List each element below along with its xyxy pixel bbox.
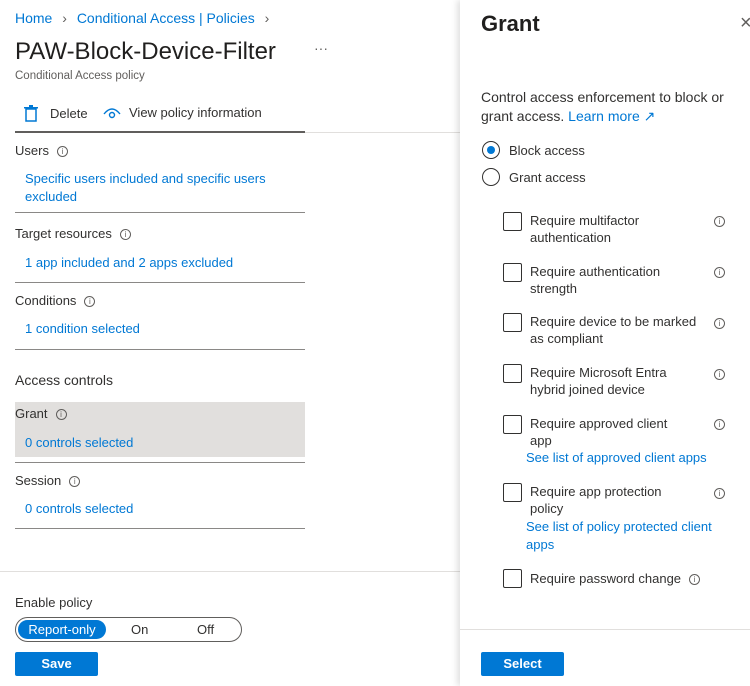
page-title: PAW-Block-Device-Filter xyxy=(15,38,276,65)
policy-protected-apps-link[interactable]: See list of policy protected client apps xyxy=(526,518,712,554)
users-label: Users i xyxy=(15,143,68,158)
footer-divider xyxy=(0,571,460,572)
grant-access-radio[interactable] xyxy=(482,168,500,186)
description-line: grant access. xyxy=(481,108,565,124)
panel-description: Control access enforcement to block or g… xyxy=(481,88,724,126)
grant-link[interactable]: 0 controls selected xyxy=(25,435,133,450)
info-icon: i xyxy=(714,369,725,380)
toolbar-divider xyxy=(15,131,305,133)
compliant-device-label: Require device to be marked as compliant xyxy=(530,314,697,346)
description-line: Control access enforcement to block or xyxy=(481,89,724,105)
delete-label: Delete xyxy=(50,106,88,121)
toggle-report-only[interactable]: Report-only xyxy=(18,620,106,639)
users-link[interactable]: Specific users included and specific use… xyxy=(25,170,285,206)
approved-client-app-checkbox[interactable] xyxy=(503,415,522,434)
enable-policy-toggle[interactable]: Report-only On Off xyxy=(15,617,242,642)
access-controls-heading: Access controls xyxy=(15,372,114,388)
app-protection-label: Require app protection policy xyxy=(530,484,662,516)
panel-title: Grant xyxy=(481,11,540,36)
hybrid-joined-checkbox[interactable] xyxy=(503,364,522,383)
compliant-device-checkbox[interactable] xyxy=(503,313,522,332)
chevron-right-icon: › xyxy=(264,10,270,26)
target-resources-link[interactable]: 1 app included and 2 apps excluded xyxy=(25,255,233,270)
enable-policy-label: Enable policy xyxy=(15,595,93,610)
info-icon: i xyxy=(119,229,131,240)
hybrid-joined-label: Require Microsoft Entra hybrid joined dev… xyxy=(530,365,667,397)
breadcrumb-policies[interactable]: Conditional Access | Policies xyxy=(77,10,255,26)
divider xyxy=(15,528,305,529)
learn-more-link[interactable]: Learn more ↗ xyxy=(568,108,655,124)
info-icon: i xyxy=(714,419,725,430)
divider xyxy=(15,212,305,213)
info-icon: i xyxy=(714,267,725,278)
session-label: Session i xyxy=(15,473,81,488)
approved-client-apps-link[interactable]: See list of approved client apps xyxy=(526,450,707,465)
more-options-button[interactable]: ··· xyxy=(314,40,328,56)
breadcrumb: Home › Conditional Access | Policies › xyxy=(15,10,269,26)
block-access-radio[interactable] xyxy=(482,141,500,159)
toggle-off[interactable]: Off xyxy=(197,622,214,637)
divider xyxy=(305,132,460,133)
mfa-checkbox[interactable] xyxy=(503,212,522,231)
breadcrumb-home[interactable]: Home xyxy=(15,10,52,26)
divider xyxy=(15,349,305,350)
conditions-link[interactable]: 1 condition selected xyxy=(25,321,140,336)
approved-client-app-label: Require approved client app xyxy=(530,416,668,448)
select-button[interactable]: Select xyxy=(481,652,564,676)
block-access-label: Block access xyxy=(509,143,585,158)
view-info-label: View policy information xyxy=(129,105,262,120)
info-icon: i xyxy=(69,476,81,487)
toggle-on[interactable]: On xyxy=(131,622,148,637)
info-icon: i xyxy=(84,296,96,307)
panel-footer-divider xyxy=(460,629,750,630)
info-icon: i xyxy=(714,318,725,329)
info-icon: i xyxy=(56,146,68,157)
page-subtitle: Conditional Access policy xyxy=(15,70,145,82)
info-icon: i xyxy=(714,216,725,227)
view-policy-information-button[interactable]: View policy information xyxy=(103,105,262,120)
target-resources-label: Target resources i xyxy=(15,226,131,241)
info-icon: i xyxy=(689,574,701,585)
session-link[interactable]: 0 controls selected xyxy=(25,501,133,516)
conditions-label: Conditions i xyxy=(15,293,96,308)
mfa-label: Require multifactor authentication xyxy=(530,213,640,245)
divider xyxy=(15,462,305,463)
external-link-icon: ↗ xyxy=(643,108,656,124)
close-icon[interactable]: × xyxy=(740,12,750,35)
password-change-checkbox[interactable] xyxy=(503,569,522,588)
auth-strength-label: Require authentication strength xyxy=(530,264,661,296)
grant-access-label: Grant access xyxy=(509,170,586,185)
auth-strength-checkbox[interactable] xyxy=(503,263,522,282)
grant-label: Grant i xyxy=(15,406,67,421)
info-icon: i xyxy=(55,409,67,420)
save-button[interactable]: Save xyxy=(15,652,98,676)
chevron-right-icon: › xyxy=(62,10,67,26)
delete-button[interactable]: Delete xyxy=(24,105,88,122)
info-icon: i xyxy=(714,488,725,499)
password-change-label: Require password change i xyxy=(530,570,701,587)
eye-icon xyxy=(103,107,121,118)
app-protection-checkbox[interactable] xyxy=(503,483,522,502)
divider xyxy=(15,282,305,283)
trash-icon xyxy=(24,105,38,122)
